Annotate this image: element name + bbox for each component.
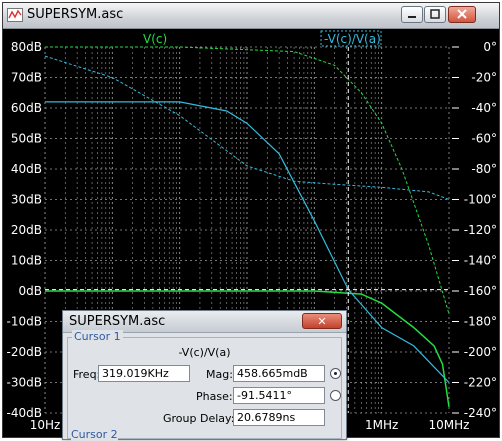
- cursor1-group: Cursor 1 -V(c)/V(a) Freq: 319.019KHz Mag…: [67, 330, 342, 439]
- y-right-tick-label: -140°: [464, 254, 497, 268]
- y-left-axis-labels: 80dB 70dB 60dB 50dB 40dB 30dB 20dB 10dB 0dB -10dB…: [7, 40, 42, 420]
- dialog-title: SUPERSYM.asc: [69, 314, 166, 329]
- y-right-tick-label: -80°: [471, 162, 497, 176]
- y-right-tick-label: -180°: [464, 315, 497, 329]
- trace-label-gain[interactable]: -V(c)/V(a): [324, 32, 381, 46]
- y-right-tick-label: -120°: [464, 223, 497, 237]
- y-right-tick-label: -100°: [464, 193, 497, 207]
- dialog-close-button[interactable]: ✕: [302, 313, 342, 329]
- phase-radio[interactable]: [330, 390, 341, 401]
- window-titlebar[interactable]: SUPERSYM.asc: [3, 3, 499, 29]
- y-left-tick-label: 60dB: [11, 101, 42, 115]
- y-left-tick-label: 0dB: [19, 284, 42, 298]
- maximize-icon: [430, 9, 440, 19]
- maximize-button[interactable]: [424, 6, 446, 23]
- y-right-tick-label: -40°: [471, 101, 497, 115]
- y-right-tick-label: -160°: [464, 284, 497, 298]
- y-right-tick-label: -60°: [471, 132, 497, 146]
- x-tick-label: 10Hz: [30, 418, 61, 432]
- mag-field[interactable]: 458.665mdB: [233, 365, 325, 382]
- cursor-dialog: SUPERSYM.asc ✕ Cursor 1 -V(c)/V(a) Freq:…: [62, 310, 347, 441]
- y-left-tick-label: -10dB: [7, 315, 42, 329]
- y-left-tick-label: 50dB: [11, 132, 42, 146]
- minimize-icon: [408, 16, 416, 18]
- cursor-trace-name: -V(c)/V(a): [178, 346, 231, 359]
- y-left-tick-label: -20dB: [7, 345, 42, 359]
- y-right-tick-label: -200°: [464, 345, 497, 359]
- y-left-tick-label: 10dB: [11, 254, 42, 268]
- mag-label: Mag:: [206, 368, 233, 381]
- x-tick-label: 10MHz: [429, 418, 470, 432]
- group-delay-field[interactable]: 20.6789ns: [233, 409, 325, 426]
- y-right-tick-label: -220°: [464, 376, 497, 390]
- y-left-tick-label: -30dB: [7, 376, 42, 390]
- phase-field[interactable]: -91.5411°: [233, 387, 325, 404]
- y-right-tick-label: -20°: [471, 71, 497, 85]
- cursor2-label: Cursor 2: [71, 428, 118, 441]
- close-icon: [457, 9, 467, 19]
- group-delay-label: Group Delay:: [163, 412, 235, 425]
- y-left-tick-label: 40dB: [11, 162, 42, 176]
- close-button[interactable]: [448, 6, 476, 23]
- freq-field[interactable]: 319.019KHz: [98, 365, 190, 382]
- waveform-app-icon: [7, 8, 23, 22]
- y-left-tick-label: 70dB: [11, 71, 42, 85]
- y-left-tick-label: 20dB: [11, 223, 42, 237]
- mag-radio[interactable]: [330, 368, 341, 379]
- y-right-tick-label: 0°: [483, 40, 497, 54]
- cursor1-label: Cursor 1: [72, 330, 123, 343]
- trace-label-vc[interactable]: V(c): [143, 32, 167, 46]
- y-right-axis-labels: 0° -20° -40° -60° -80° -100° -120° -140° -160° -1…: [452, 40, 497, 420]
- y-left-tick-label: 80dB: [11, 40, 42, 54]
- minimize-button[interactable]: [401, 6, 423, 23]
- y-left-tick-label: 30dB: [11, 193, 42, 207]
- x-tick-label: 1MHz: [365, 418, 398, 432]
- window-title: SUPERSYM.asc: [27, 7, 124, 22]
- phase-label: Phase:: [196, 390, 233, 403]
- freq-label: Freq:: [73, 368, 101, 381]
